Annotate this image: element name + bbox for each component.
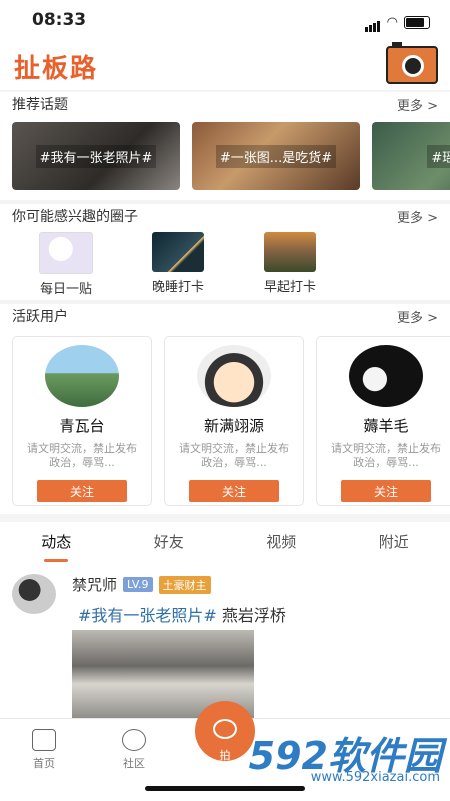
home-indicator — [145, 786, 305, 791]
recommended-topics-section: 推荐话题 更多 > #我有一张老照片# #一张图...是吃货# #瑶山... — [0, 92, 450, 200]
tab-nearby[interactable]: 附近 — [338, 522, 450, 564]
avatar — [197, 345, 271, 407]
user-card[interactable]: 新满翊源 请文明交流，禁止发布政治，辱骂... 关注 — [164, 336, 304, 506]
circle-image — [264, 232, 316, 272]
more-link[interactable]: 更多 > — [397, 207, 438, 226]
topic-label: #一张图...是吃货# — [216, 145, 336, 168]
app-header: 扯板路 — [0, 40, 450, 90]
nav-label: 拍 — [220, 749, 231, 762]
user-name: 青瓦台 — [59, 415, 104, 436]
section-title: 你可能感兴趣的圈子 — [12, 206, 138, 226]
follow-button[interactable]: 关注 — [341, 480, 431, 502]
feed-post[interactable]: 禁咒师 LV.9 土豪财主 #我有一张老照片# 燕岩浮桥 — [0, 564, 450, 718]
post-title-text: 燕岩浮桥 — [222, 606, 286, 625]
status-icons: ◠ — [365, 13, 430, 32]
user-name: 新满翊源 — [204, 415, 264, 436]
circle-label: 每日一贴 — [40, 278, 92, 297]
tab-video[interactable]: 视频 — [225, 522, 338, 564]
camera-icon[interactable] — [386, 46, 438, 84]
feed-tabs: 动态 好友 视频 附近 — [0, 522, 450, 564]
circle-item[interactable]: 每日一贴 — [10, 232, 122, 297]
home-icon — [32, 729, 56, 751]
avatar[interactable] — [12, 574, 56, 614]
wifi-icon: ◠ — [387, 15, 398, 30]
more-link[interactable]: 更多 > — [397, 95, 438, 114]
level-badge: LV.9 — [123, 577, 153, 592]
post-author: 禁咒师 LV.9 土豪财主 — [72, 574, 211, 595]
circle-item[interactable]: 早起打卡 — [234, 232, 346, 297]
status-bar: 08:33 ◠ — [0, 0, 450, 40]
nav-label: 社区 — [123, 757, 145, 770]
post-username[interactable]: 禁咒师 — [72, 574, 117, 595]
chat-icon — [122, 729, 146, 751]
active-users-section: 活跃用户 更多 > 青瓦台 请文明交流，禁止发布政治，辱骂... 关注 新满翊源… — [0, 304, 450, 514]
app-logo: 扯板路 — [14, 48, 98, 85]
topic-label: #我有一张老照片# — [36, 145, 157, 168]
rank-badge: 土豪财主 — [159, 576, 211, 594]
topic-card[interactable]: #瑶山... — [372, 122, 450, 190]
tab-feed[interactable]: 动态 — [0, 522, 113, 564]
watermark-url: www.592xiazai.com — [311, 770, 440, 785]
nav-label: 首页 — [33, 757, 55, 770]
section-title: 推荐话题 — [12, 94, 68, 114]
nav-community[interactable]: 社区 — [104, 729, 164, 771]
circles-section: 你可能感兴趣的圈子 更多 > 每日一贴 晚睡打卡 早起打卡 — [0, 204, 450, 300]
tab-friends[interactable]: 好友 — [113, 522, 226, 564]
user-desc: 请文明交流，禁止发布政治，辱骂... — [326, 442, 446, 472]
circle-image — [152, 232, 204, 272]
user-card[interactable]: 青瓦台 请文明交流，禁止发布政治，辱骂... 关注 — [12, 336, 152, 506]
user-desc: 请文明交流，禁止发布政治，辱骂... — [174, 442, 294, 472]
topic-card[interactable]: #一张图...是吃货# — [192, 122, 360, 190]
status-time: 08:33 — [32, 10, 86, 30]
avatar — [45, 345, 119, 407]
post-tag[interactable]: #我有一张老照片# — [78, 606, 217, 625]
signal-icon — [365, 13, 381, 32]
topic-card[interactable]: #我有一张老照片# — [12, 122, 180, 190]
circle-item[interactable]: 晚睡打卡 — [122, 232, 234, 297]
avatar — [349, 345, 423, 407]
follow-button[interactable]: 关注 — [37, 480, 127, 502]
user-desc: 请文明交流，禁止发布政治，辱骂... — [22, 442, 142, 472]
circle-label: 早起打卡 — [264, 276, 316, 295]
circle-label: 晚睡打卡 — [152, 276, 204, 295]
battery-icon — [404, 16, 430, 29]
follow-button[interactable]: 关注 — [189, 480, 279, 502]
post-title: #我有一张老照片# 燕岩浮桥 — [78, 602, 286, 626]
user-name: 薅羊毛 — [363, 415, 408, 436]
more-link[interactable]: 更多 > — [397, 307, 438, 326]
shoot-label-wrap: 拍 — [195, 747, 255, 763]
nav-home[interactable]: 首页 — [14, 729, 74, 771]
circle-image — [39, 232, 93, 274]
topic-label: #瑶山... — [427, 145, 450, 168]
user-card[interactable]: 薅羊毛 请文明交流，禁止发布政治，辱骂... 关注 — [316, 336, 450, 506]
section-title: 活跃用户 — [12, 306, 68, 326]
